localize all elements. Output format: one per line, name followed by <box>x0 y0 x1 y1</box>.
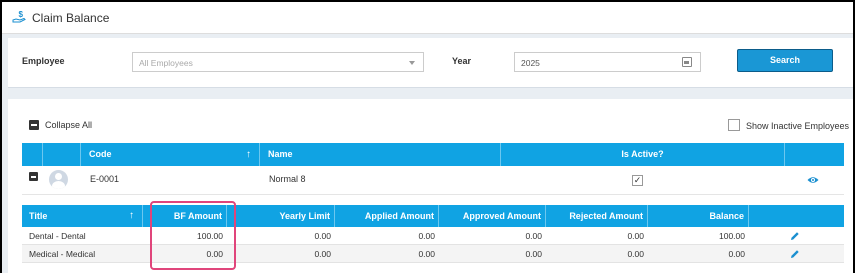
page-title: Claim Balance <box>32 11 110 25</box>
sort-arrow-icon[interactable]: ↑ <box>246 143 251 166</box>
avatar <box>49 170 68 189</box>
rejected-amount: 0.00 <box>627 249 644 259</box>
claim-title: Dental - Dental <box>29 231 86 241</box>
year-label: Year <box>452 56 472 66</box>
approved-amount: 0.00 <box>525 249 542 259</box>
pencil-icon[interactable] <box>790 231 800 241</box>
collapse-all-icon[interactable] <box>29 120 39 130</box>
applied-amount: 0.00 <box>418 231 435 241</box>
employee-label: Employee <box>22 56 65 66</box>
header-code-label: Code <box>89 149 112 159</box>
sort-arrow-icon[interactable]: ↑ <box>129 205 134 227</box>
yearly-limit: 0.00 <box>314 231 331 241</box>
is-active-checkbox: ✓ <box>632 175 643 186</box>
show-inactive-checkbox[interactable] <box>728 119 740 131</box>
header-code[interactable]: Code ↑ <box>81 143 260 166</box>
collapse-row-icon[interactable] <box>29 172 38 181</box>
search-button[interactable]: Search <box>737 49 833 72</box>
claim-title: Medical - Medical <box>29 249 96 259</box>
header-yearly-limit[interactable]: Yearly Limit <box>227 205 335 227</box>
year-value: 2025 <box>521 58 540 68</box>
header-name[interactable]: Name <box>260 143 501 166</box>
svg-text:$: $ <box>19 10 24 19</box>
approved-amount: 0.00 <box>525 231 542 241</box>
balance: 0.00 <box>728 249 745 259</box>
header-rejected-amount[interactable]: Rejected Amount <box>546 205 648 227</box>
yearly-limit: 0.00 <box>314 249 331 259</box>
calendar-icon[interactable] <box>682 57 692 67</box>
eye-icon[interactable] <box>807 176 819 184</box>
employee-row: E-0001 Normal 8 ✓ <box>22 166 844 195</box>
header-edit-cell <box>749 205 844 227</box>
show-inactive-label[interactable]: Show Inactive Employees <box>746 121 849 131</box>
employee-select-value: All Employees <box>139 58 193 68</box>
header-expand-cell <box>22 143 43 166</box>
header-approved-amount[interactable]: Approved Amount <box>439 205 546 227</box>
table-row: Dental - Dental 100.00 0.00 0.00 0.00 0.… <box>22 227 844 245</box>
table-row: Medical - Medical 0.00 0.00 0.00 0.00 0.… <box>22 245 844 263</box>
header-is-active[interactable]: Is Active? <box>501 143 785 166</box>
applied-amount: 0.00 <box>418 249 435 259</box>
results-panel: Collapse All Show Inactive Employees Cod… <box>8 99 853 273</box>
pencil-icon[interactable] <box>790 249 800 259</box>
hand-dollar-icon: $ <box>12 10 26 23</box>
employee-select[interactable]: All Employees <box>132 52 424 72</box>
header-applied-amount[interactable]: Applied Amount <box>335 205 439 227</box>
rejected-amount: 0.00 <box>627 231 644 241</box>
header-avatar-cell <box>43 143 81 166</box>
balance: 100.00 <box>719 231 745 241</box>
collapse-all-label[interactable]: Collapse All <box>45 120 92 130</box>
bf-amount-highlight <box>150 201 236 270</box>
header-action-cell <box>785 143 844 166</box>
claim-table-header: Title ↑ BF Amount Yearly Limit Applied A… <box>22 205 844 227</box>
employee-table-header: Code ↑ Name Is Active? <box>22 143 844 166</box>
employee-name: Normal 8 <box>269 174 306 184</box>
chevron-down-icon <box>409 61 415 65</box>
top-bar: $ Claim Balance <box>2 2 853 34</box>
year-field[interactable]: 2025 <box>514 52 701 72</box>
app-frame: $ Claim Balance Employee All Employees Y… <box>2 2 853 273</box>
employee-code: E-0001 <box>90 174 120 184</box>
header-balance[interactable]: Balance <box>648 205 749 227</box>
filter-panel: Employee All Employees Year 2025 Search <box>8 38 853 88</box>
header-title[interactable]: Title ↑ <box>22 205 143 227</box>
header-title-label: Title <box>29 211 48 221</box>
